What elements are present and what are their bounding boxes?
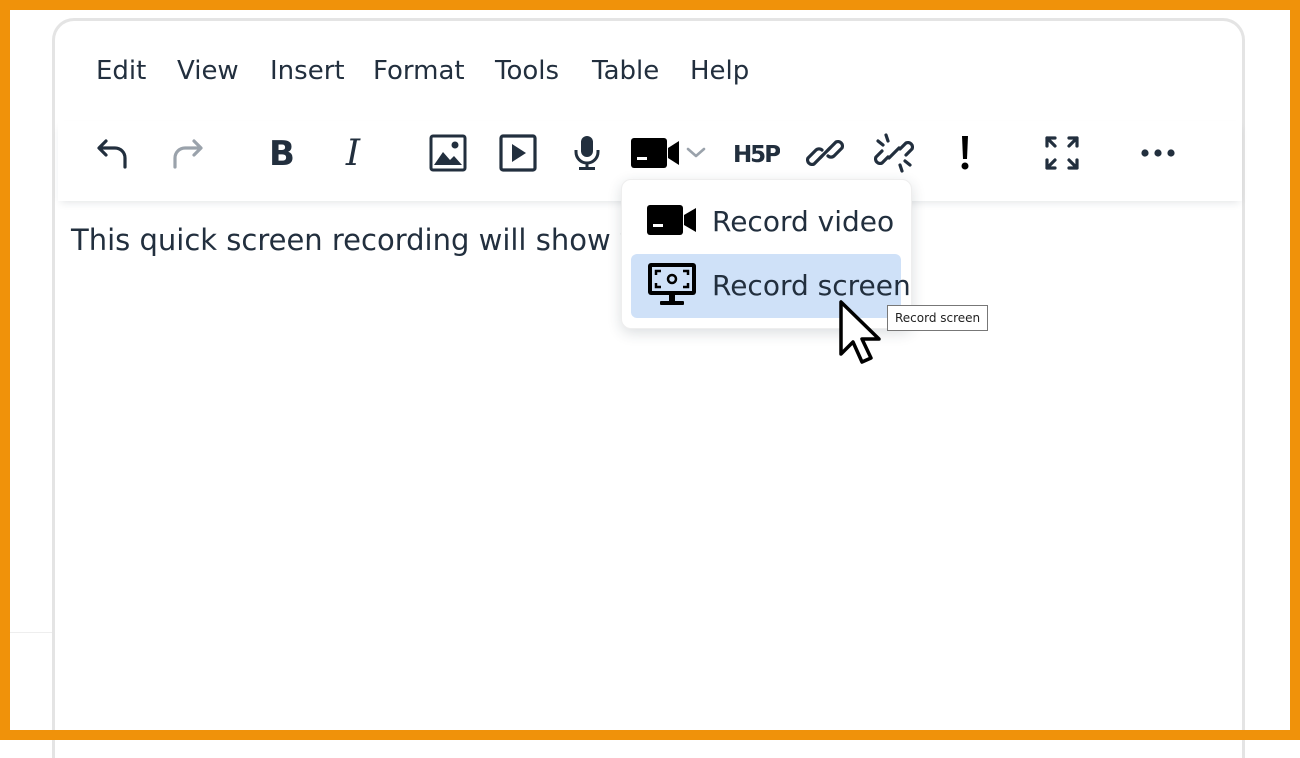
svg-text:B: B	[269, 135, 295, 171]
link-button[interactable]	[803, 135, 847, 171]
h5p-button[interactable]: H5P	[731, 135, 781, 171]
media-button[interactable]	[496, 134, 540, 172]
redo-icon	[173, 139, 203, 169]
bold-button[interactable]: B	[260, 135, 304, 171]
editor-content[interactable]: This quick screen recording will show yo	[71, 223, 655, 257]
video-button[interactable]	[629, 135, 709, 171]
video-camera-icon	[647, 205, 696, 235]
unlink-button[interactable]	[872, 133, 916, 173]
editor-container: Edit View Insert Format Tools Table Help…	[52, 18, 1245, 758]
more-icon	[1141, 149, 1175, 157]
media-icon	[499, 134, 537, 172]
menu-format[interactable]: Format	[373, 55, 465, 87]
accessibility-check-button[interactable]	[943, 135, 987, 171]
menu-view[interactable]: View	[177, 55, 239, 87]
image-icon	[429, 134, 467, 172]
record-video-item[interactable]: Record video	[631, 190, 901, 254]
menu-insert[interactable]: Insert	[270, 55, 345, 87]
menu-help[interactable]: Help	[690, 55, 749, 87]
fullscreen-button[interactable]	[1040, 135, 1084, 171]
svg-text:H5P: H5P	[733, 142, 780, 168]
redo-button[interactable]	[165, 135, 209, 171]
menu-table[interactable]: Table	[592, 55, 659, 87]
undo-icon	[97, 139, 127, 169]
italic-button[interactable]: I	[331, 135, 375, 171]
tooltip: Record screen	[887, 305, 989, 331]
fullscreen-icon	[1045, 136, 1079, 170]
mouse-cursor-icon	[839, 300, 881, 364]
menu-edit[interactable]: Edit	[96, 55, 146, 87]
unlink-icon	[874, 133, 914, 173]
menu-tools[interactable]: Tools	[495, 55, 559, 87]
undo-button[interactable]	[91, 135, 135, 171]
image-button[interactable]	[426, 134, 470, 172]
more-button[interactable]	[1136, 135, 1180, 171]
microphone-icon	[574, 136, 600, 170]
exclamation-icon	[961, 136, 969, 170]
record-video-label: Record video	[712, 205, 895, 238]
divider	[10, 632, 54, 633]
video-camera-icon	[631, 138, 679, 168]
chevron-down-icon	[686, 147, 706, 158]
bold-icon: B	[269, 135, 295, 171]
menubar: Edit View Insert Format Tools Table Help	[55, 21, 1242, 121]
microphone-button[interactable]	[565, 135, 609, 171]
link-icon	[806, 139, 844, 167]
italic-icon: I	[345, 135, 361, 171]
h5p-icon: H5P	[733, 142, 780, 168]
screen-record-icon	[648, 263, 696, 305]
svg-text:I: I	[345, 135, 361, 171]
